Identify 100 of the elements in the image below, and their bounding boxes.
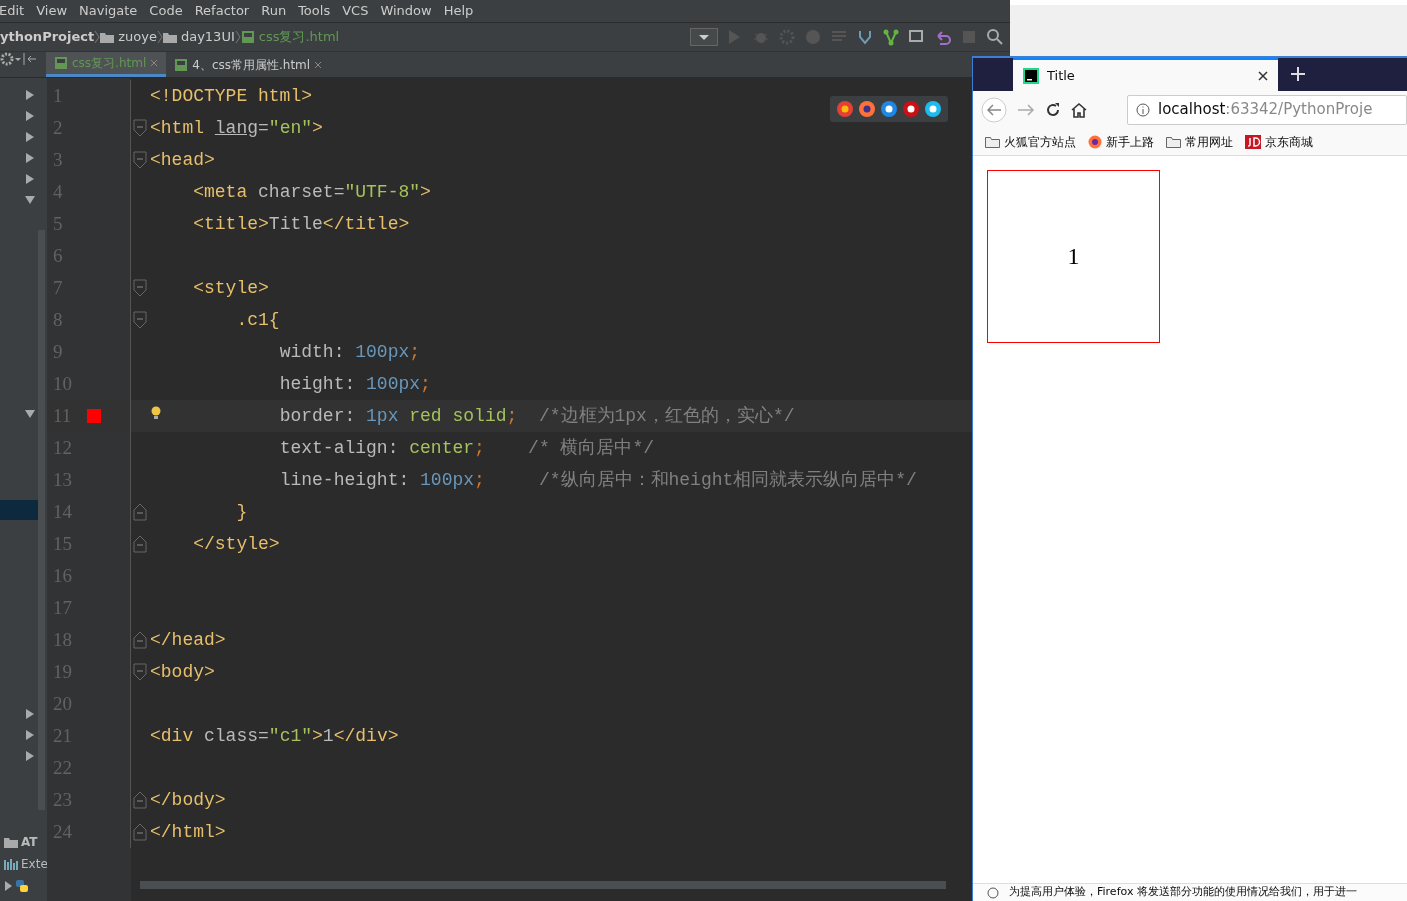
url-text: localhost:63342/PythonProje <box>1158 99 1373 121</box>
breadcrumb[interactable]: zuoye <box>100 27 157 47</box>
collapsed-arrow-icon[interactable] <box>25 751 35 761</box>
menu-item[interactable]: Window <box>380 1 432 21</box>
code-line: line-height: 100px; /*纵向居中：和height相同就表示纵向居中*/ <box>279 469 917 490</box>
expanded-arrow-icon[interactable] <box>25 195 35 205</box>
collapsed-arrow-icon[interactable] <box>25 132 35 142</box>
collapse-icon[interactable] <box>22 52 38 66</box>
reload-icon[interactable] <box>1045 101 1061 118</box>
folder-icon <box>162 31 177 43</box>
browser-icon[interactable] <box>880 100 898 118</box>
bookmark[interactable]: 京东商城 <box>1245 132 1313 151</box>
search-icon[interactable] <box>986 28 1004 46</box>
fold-icon[interactable] <box>132 631 147 649</box>
collapsed-arrow-icon[interactable] <box>25 730 35 740</box>
expand-arrow-icon[interactable] <box>4 881 12 891</box>
menu-item[interactable]: Refactor <box>194 1 250 21</box>
close-icon[interactable] <box>1258 70 1268 81</box>
html-file-icon <box>240 30 255 44</box>
code-line: <div class="c1">1</div> <box>150 725 399 746</box>
editor-tab[interactable]: 4、css常用属性.html <box>166 52 331 77</box>
code-line: <style> <box>193 277 269 298</box>
code-line: </body> <box>150 789 226 810</box>
fold-icon[interactable] <box>132 151 147 169</box>
breadcrumb[interactable]: day13UI <box>162 27 235 47</box>
bookmark[interactable]: 常用网址 <box>1166 132 1233 151</box>
menu-item[interactable]: Tools <box>298 1 331 21</box>
menu-item[interactable]: Code <box>149 1 183 21</box>
chevron-icon <box>234 30 241 44</box>
collapsed-arrow-icon[interactable] <box>25 90 35 100</box>
code-line: </style> <box>193 533 280 554</box>
chevron-icon <box>94 30 101 44</box>
tree-item-label[interactable]: AT <box>21 833 38 851</box>
code-line: <title>Title</title> <box>193 213 410 234</box>
code-line: <body> <box>150 661 215 682</box>
bar-chart-icon <box>4 858 18 870</box>
bordered-box: 1 <box>987 170 1160 343</box>
menu-item[interactable]: Navigate <box>79 1 138 21</box>
html-file-icon <box>174 57 189 72</box>
code-line: width: 100px; <box>279 341 421 362</box>
menu-item[interactable]: VCS <box>342 1 369 21</box>
fox-globe-icon <box>1088 134 1102 149</box>
collapsed-arrow-icon[interactable] <box>25 153 35 163</box>
gear-icon[interactable] <box>0 52 22 66</box>
code-line: <head> <box>150 149 215 170</box>
browser-icon[interactable] <box>836 100 854 118</box>
browser-icon[interactable] <box>902 100 920 118</box>
address-bar[interactable]: localhost:63342/PythonProje <box>1127 94 1407 125</box>
code-line: <html lang="en"> <box>150 117 323 138</box>
menu-item[interactable]: Run <box>261 1 287 21</box>
branch-icon[interactable] <box>882 28 900 46</box>
breakpoint-marker[interactable] <box>87 409 101 423</box>
dropdown-icon[interactable] <box>690 28 718 46</box>
menu-item[interactable]: Help <box>443 1 474 21</box>
tree-item-label[interactable]: Exte <box>21 855 47 873</box>
browser-icon[interactable] <box>924 100 942 118</box>
lightbulb-icon[interactable] <box>151 406 161 420</box>
dotted-circle-icon[interactable] <box>778 28 796 46</box>
fold-icon[interactable] <box>132 503 147 521</box>
folder-icon <box>1166 135 1181 148</box>
horizontal-scrollbar[interactable] <box>140 881 946 889</box>
code-line: border: 1px red solid; /*边框为1px，红色的，实心*/ <box>279 405 795 426</box>
bookmark[interactable]: 新手上路 <box>1088 132 1154 151</box>
pc-logo-icon <box>1023 67 1039 84</box>
fold-icon[interactable] <box>132 119 147 137</box>
scrollbar[interactable] <box>38 230 45 810</box>
tab-title: Title <box>1047 66 1075 85</box>
folder-icon <box>985 135 1000 148</box>
browser-tab[interactable]: Title <box>1013 58 1278 91</box>
fold-icon[interactable] <box>132 279 147 297</box>
folder-icon <box>100 31 115 43</box>
code-line: <!DOCTYPE html> <box>150 85 313 106</box>
code-line: text-align: center; /* 横向居中*/ <box>279 437 655 458</box>
code-line: .c1{ <box>236 309 280 330</box>
fold-icon[interactable] <box>132 823 147 841</box>
html-file-icon <box>54 56 68 70</box>
fold-icon[interactable] <box>132 791 147 809</box>
code-line: <meta charset="UTF-8"> <box>193 181 431 202</box>
undo-icon[interactable] <box>934 28 952 46</box>
fold-icon[interactable] <box>132 311 147 329</box>
code-line: </head> <box>150 629 226 650</box>
folder-icon <box>4 836 18 848</box>
code-line: } <box>236 501 248 522</box>
expanded-arrow-icon[interactable] <box>25 409 35 419</box>
fold-icon[interactable] <box>132 535 147 553</box>
plus-icon[interactable] <box>1290 66 1306 82</box>
fold-icon[interactable] <box>132 663 147 681</box>
breadcrumb[interactable]: ythonProject <box>0 27 95 47</box>
collapsed-arrow-icon[interactable] <box>25 709 35 719</box>
jd-logo-icon <box>1245 134 1261 149</box>
home-icon[interactable] <box>1071 101 1087 118</box>
bookmark[interactable]: 火狐官方站点 <box>985 132 1076 151</box>
code-line: </html> <box>150 821 226 842</box>
chevron-icon <box>156 30 163 44</box>
menu-item[interactable]: View <box>36 1 68 21</box>
collapsed-arrow-icon[interactable] <box>25 174 35 184</box>
collapsed-arrow-icon[interactable] <box>25 111 35 121</box>
menu-item[interactable]: Edit <box>0 1 25 21</box>
notification-text: 为提高用户体验，Firefox 将发送部分功能的使用情况给我们，用于进一 <box>1009 884 1357 901</box>
code-line: height: 100px; <box>279 373 431 394</box>
